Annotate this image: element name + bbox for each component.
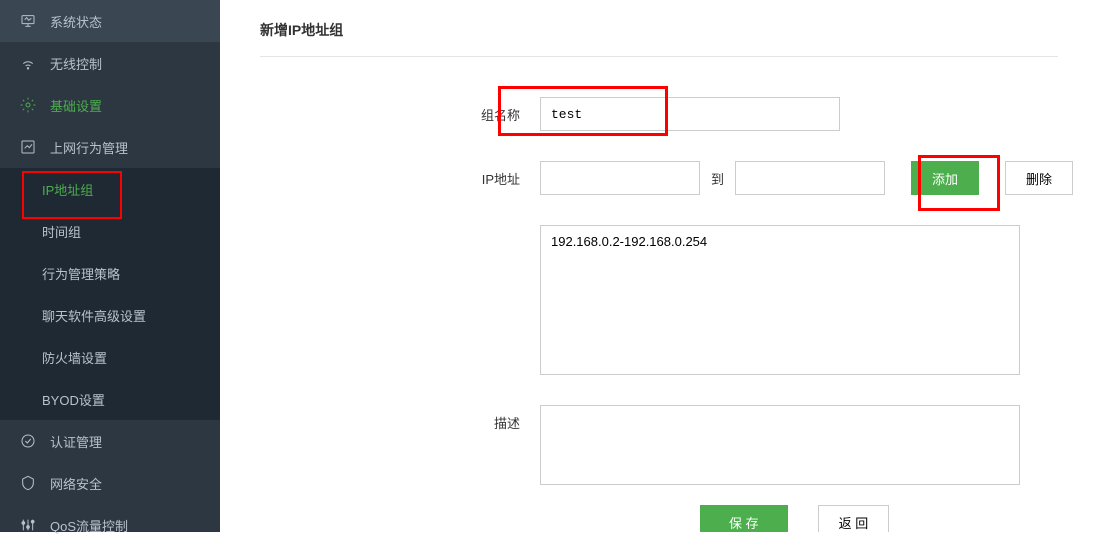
shield-icon (18, 473, 38, 493)
ip-address-label: IP地址 (260, 161, 540, 188)
ip-start-input[interactable] (540, 161, 700, 195)
gear-icon (18, 95, 38, 115)
wifi-icon (18, 53, 38, 73)
sidebar-item-label: 上网行为管理 (50, 138, 128, 157)
sidebar-subitem-label: 防火墙设置 (42, 348, 107, 367)
monitor-icon (18, 11, 38, 31)
sidebar-item-system-status[interactable]: 系统状态 (0, 0, 220, 42)
sidebar-item-basic-settings[interactable]: 基础设置 (0, 84, 220, 126)
sidebar-item-label: 网络安全 (50, 474, 102, 493)
ip-list-textarea[interactable] (540, 225, 1020, 375)
back-button[interactable]: 返 回 (818, 505, 890, 532)
save-button[interactable]: 保 存 (700, 505, 788, 532)
sidebar-item-auth-management[interactable]: 认证管理 (0, 420, 220, 462)
page-title: 新增IP地址组 (260, 20, 1058, 57)
sidebar-subitem-byod[interactable]: BYOD设置 (0, 378, 220, 420)
sidebar-subitem-label: 行为管理策略 (42, 264, 120, 283)
chart-icon (18, 137, 38, 157)
group-name-input[interactable] (540, 97, 840, 131)
content-area: 新增IP地址组 组名称 IP地址 到 添加 删除 (220, 0, 1098, 532)
sidebar-item-label: 无线控制 (50, 54, 102, 73)
sidebar-subitem-label: 聊天软件高级设置 (42, 306, 146, 325)
to-label: 到 (711, 169, 724, 188)
sidebar-subitem-behavior-policy[interactable]: 行为管理策略 (0, 252, 220, 294)
description-textarea[interactable] (540, 405, 1020, 485)
sidebar-subitem-label: IP地址组 (42, 180, 93, 199)
sidebar-subitem-firewall[interactable]: 防火墙设置 (0, 336, 220, 378)
sidebar-subitem-label: BYOD设置 (42, 390, 105, 409)
sidebar-subitem-ip-group[interactable]: IP地址组 (0, 168, 220, 210)
sliders-icon (18, 515, 38, 535)
sidebar-item-label: 基础设置 (50, 96, 102, 115)
sidebar-subitem-label: 时间组 (42, 222, 81, 241)
sidebar-item-behavior-management[interactable]: 上网行为管理 (0, 126, 220, 168)
sidebar-item-label: 系统状态 (50, 12, 102, 31)
sidebar: 系统状态 无线控制 基础设置 上网行为管理 IP地址组 时间组 行为 (0, 0, 220, 532)
sidebar-item-label: 认证管理 (50, 432, 102, 451)
ip-end-input[interactable] (735, 161, 885, 195)
sidebar-item-wireless-control[interactable]: 无线控制 (0, 42, 220, 84)
description-label: 描述 (260, 405, 540, 432)
sidebar-subitem-chat-advanced[interactable]: 聊天软件高级设置 (0, 294, 220, 336)
check-circle-icon (18, 431, 38, 451)
delete-button[interactable]: 删除 (1005, 161, 1073, 195)
sidebar-item-network-security[interactable]: 网络安全 (0, 462, 220, 504)
sidebar-item-qos[interactable]: QoS流量控制 (0, 504, 220, 546)
group-name-label: 组名称 (260, 97, 540, 124)
sidebar-subitem-time-group[interactable]: 时间组 (0, 210, 220, 252)
add-button[interactable]: 添加 (911, 161, 979, 195)
